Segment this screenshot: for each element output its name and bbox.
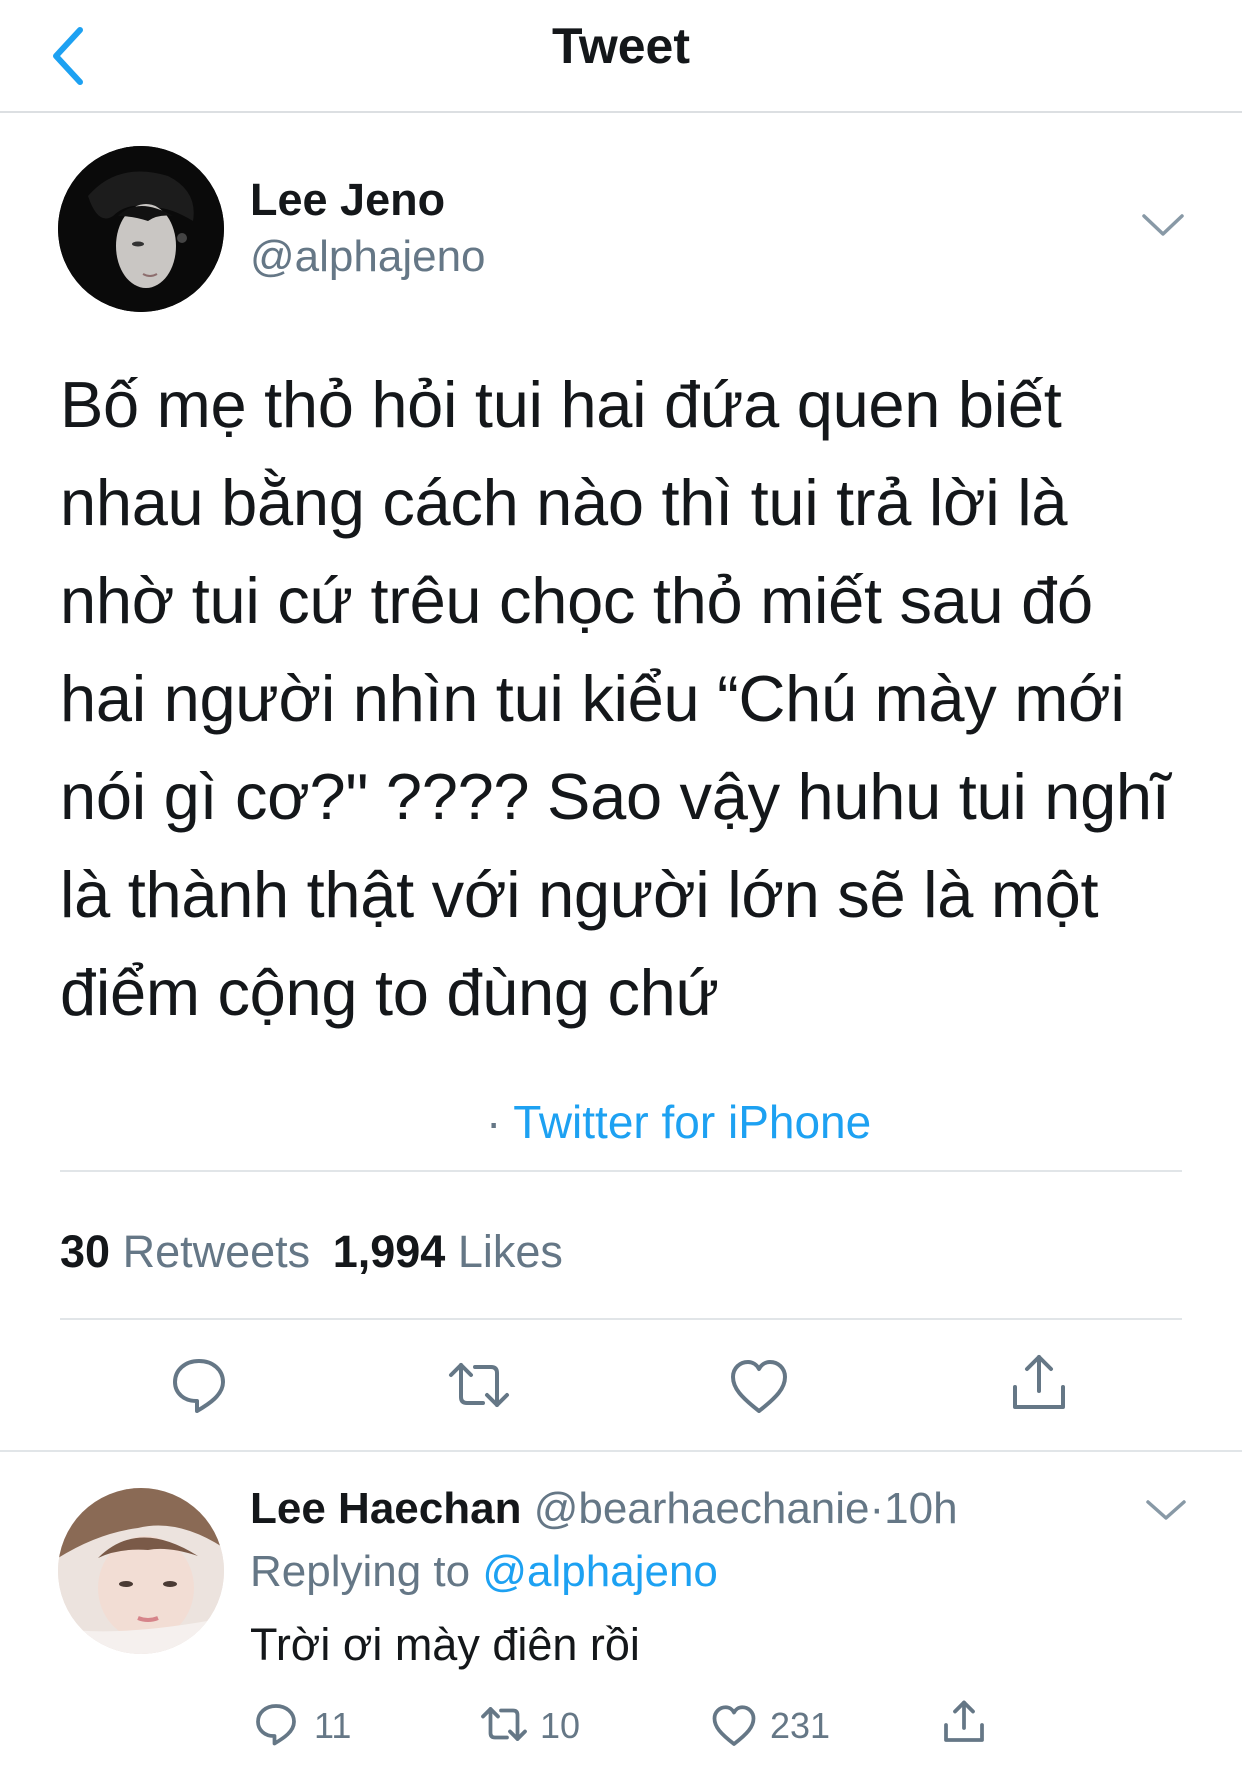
tweet-stats: 30 Retweets 1,994 Likes [60,1224,563,1280]
avatar-image [58,146,224,312]
tweet-text-line: nói gì cơ?" ???? Sao vậy huhu tui nghĩ [60,760,1170,833]
reply-icon[interactable] [252,1700,300,1748]
author-avatar[interactable] [58,146,224,312]
chevron-down-icon[interactable] [1144,1496,1188,1524]
replying-to: Replying to @alphajeno [250,1544,718,1600]
chevron-down-icon[interactable] [1140,210,1186,240]
tweet-text-line: nhờ tui cứ trêu chọc thỏ miết sau đó [60,564,1093,637]
like-count: 231 [770,1705,831,1746]
retweets-count[interactable]: 30 [60,1226,110,1277]
likes-count[interactable]: 1,994 [333,1226,446,1277]
retweet-icon[interactable] [447,1353,511,1417]
retweet-icon[interactable] [480,1700,528,1748]
reply-separator: · [869,1484,885,1533]
reply-header: Lee Haechan @bearhaechanie·10h [250,1481,958,1537]
reply-author-avatar[interactable] [58,1488,224,1654]
reply-count: 11 [314,1705,352,1746]
replying-to-label: Replying to [250,1547,471,1596]
source-separator: · [486,1096,502,1148]
retweets-label[interactable]: Retweets [123,1226,311,1277]
reply-icon[interactable] [167,1353,231,1417]
tweet-source: · Twitter for iPhone [486,1094,871,1150]
tweet-text-line: điểm cộng to đùng chứ [60,956,719,1029]
page-title: Tweet [552,18,690,74]
reply-time: 10h [884,1484,958,1533]
reply-author-name[interactable]: Lee Haechan [250,1484,521,1533]
author-name[interactable]: Lee Jeno [250,172,445,228]
source-link[interactable]: Twitter for iPhone [513,1096,871,1148]
reply-text: Trời ơi mày điên rồi [250,1619,640,1670]
reply-author-handle[interactable]: @bearhaechanie [534,1484,870,1533]
divider [60,1318,1182,1320]
likes-label[interactable]: Likes [458,1226,563,1277]
like-icon[interactable] [710,1702,758,1750]
like-icon[interactable] [727,1355,791,1419]
tweet-text: Bố mẹ thỏ hỏi tui hai đứa quen biết nhau… [60,356,1190,1042]
replying-to-link[interactable]: @alphajeno [482,1547,718,1596]
avatar-image [58,1488,224,1654]
divider [60,1170,1182,1172]
tweet-text-line: nhau bằng cách nào thì tui trả lời là [60,466,1068,539]
retweet-count: 10 [540,1705,581,1746]
tweet-text-line: Bố mẹ thỏ hỏi tui hai đứa quen biết [60,368,1062,441]
share-icon[interactable] [940,1698,988,1746]
share-icon[interactable] [1007,1351,1071,1415]
tweet-text-line: hai người nhìn tui kiểu “Chú mày mới [60,662,1125,735]
section-separator [0,1450,1242,1452]
author-handle[interactable]: @alphajeno [250,229,486,285]
tweet-text-line: là thành thật với người lớn sẽ là một [60,858,1099,931]
